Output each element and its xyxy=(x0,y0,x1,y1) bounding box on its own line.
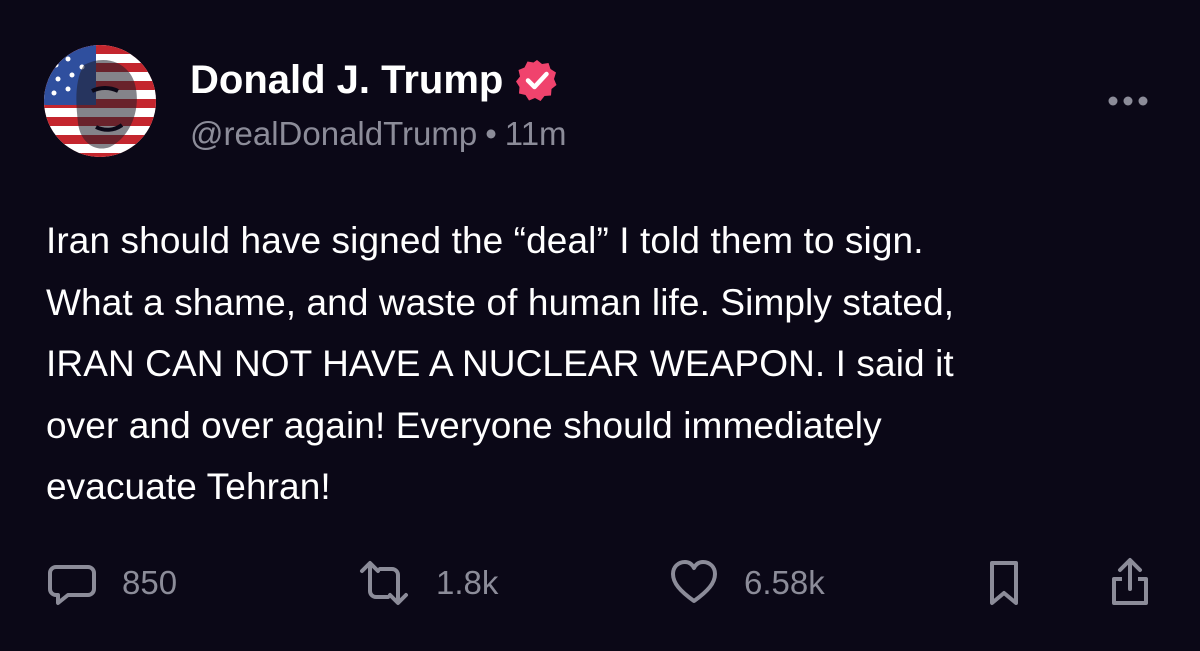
verified-badge-icon xyxy=(516,60,557,101)
share-button[interactable] xyxy=(1106,557,1154,609)
reply-count: 850 xyxy=(122,564,178,601)
bookmark-icon xyxy=(990,561,1018,605)
repost-button[interactable]: 1.8k xyxy=(356,557,498,609)
like-button[interactable]: 6.58k xyxy=(668,557,825,609)
post-line: over and over again! Everyone should imm… xyxy=(46,404,882,446)
post-timestamp[interactable]: 11m xyxy=(505,115,567,152)
like-count: 6.58k xyxy=(744,564,825,601)
more-horizontal-icon xyxy=(1108,96,1148,106)
comment-icon xyxy=(48,565,96,605)
author-name[interactable]: Donald J. Trump xyxy=(190,56,559,104)
heart-icon xyxy=(671,560,717,603)
post-body: Iran should have signed the “deal” I tol… xyxy=(46,210,1166,518)
author-handle[interactable]: @realDonaldTrump xyxy=(190,115,477,152)
author-meta: @realDonaldTrump • 11m xyxy=(190,112,567,156)
share-icon xyxy=(1112,558,1148,605)
more-options-button[interactable] xyxy=(1100,88,1156,116)
post-line: What a shame, and waste of human life. S… xyxy=(46,281,955,323)
meta-separator: • xyxy=(485,115,497,152)
post-card: Donald J. Trump @realDonaldTrump • 11m Ira… xyxy=(0,0,1200,651)
author-name-text: Donald J. Trump xyxy=(190,58,504,102)
repost-count: 1.8k xyxy=(436,564,499,601)
post-line: IRAN CAN NOT HAVE A NUCLEAR WEAPON. I sa… xyxy=(46,343,954,384)
bookmark-button[interactable] xyxy=(984,557,1024,609)
post-line: evacuate Tehran! xyxy=(46,466,331,507)
repost-icon xyxy=(360,561,408,605)
reply-button[interactable]: 850 xyxy=(46,557,177,609)
post-line: Iran should have signed the “deal” I tol… xyxy=(46,220,924,261)
avatar-image xyxy=(44,45,156,157)
avatar[interactable] xyxy=(44,45,156,157)
